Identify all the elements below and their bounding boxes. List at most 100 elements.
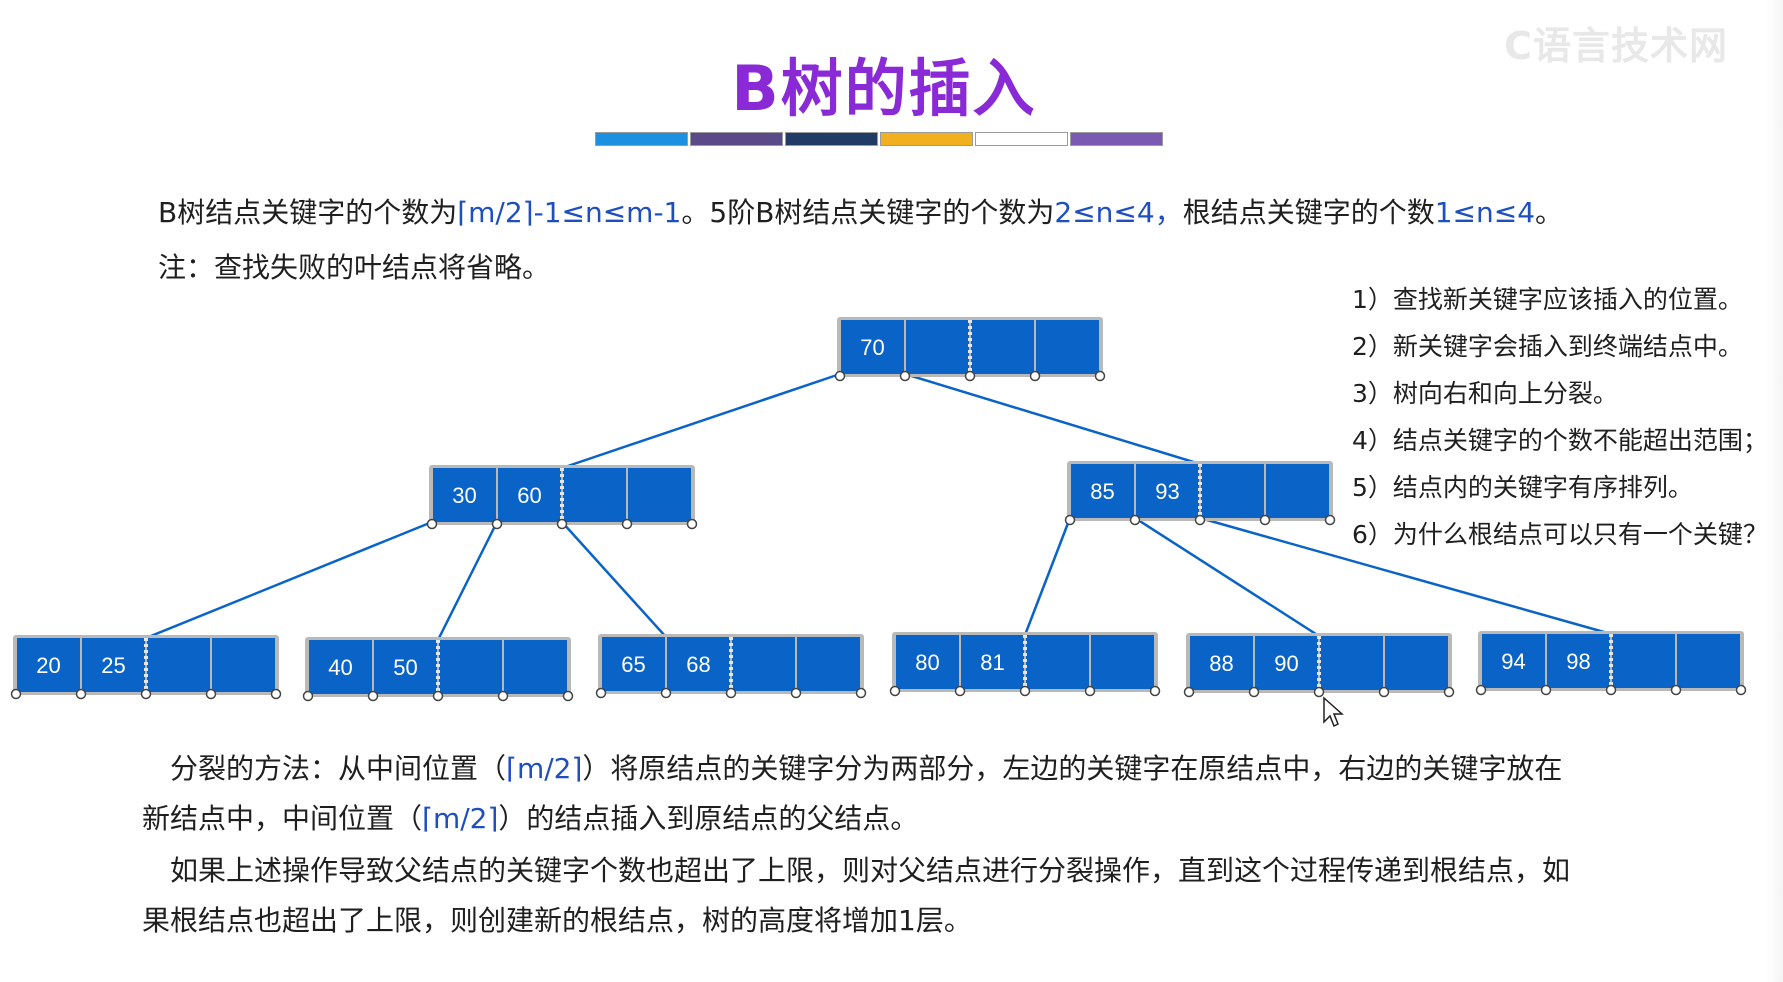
key-cell [797,637,860,691]
child-pointer [426,518,438,530]
key-cell [1320,636,1383,690]
child-pointer [1194,514,1206,526]
child-pointer [889,685,901,697]
key-cell [732,637,795,691]
btree-node: 20 25 [10,635,282,700]
key-cell [504,640,567,694]
child-pointer [790,687,802,699]
node-key: 65 [621,652,645,677]
child-pointer [1259,514,1271,526]
child-pointer [75,688,87,700]
node-key: 85 [1090,479,1114,504]
node-key: 68 [686,652,710,677]
child-pointer [1129,514,1141,526]
node-key: 93 [1155,479,1179,504]
key-cell [147,638,210,692]
child-pointer [140,688,152,700]
child-pointer [1183,686,1195,698]
child-pointer [562,690,574,702]
child-pointer [432,690,444,702]
btree-node: 94 98 [1475,631,1747,696]
node-key: 90 [1274,651,1298,676]
child-pointer [10,688,22,700]
key-cell [1677,634,1740,688]
child-pointer [1064,514,1076,526]
child-pointer [367,690,379,702]
node-key: 60 [517,483,541,508]
child-pointer [660,687,672,699]
split-text: 分裂的方法：从中间位置（ [170,752,507,785]
tree-edge [1199,516,1612,636]
child-pointer [595,687,607,699]
split-position-formula: ⌈m/2⌉ [506,752,583,785]
key-cell [563,468,626,522]
child-pointer [1670,684,1682,696]
btree-node: 40 50 [302,637,574,702]
key-cell [1201,464,1264,518]
tree-edge [561,521,667,638]
node-key: 50 [393,655,417,680]
child-pointer [1605,684,1617,696]
child-pointer [1475,684,1487,696]
btree-node: 80 81 [889,632,1161,697]
slide: C语言技术网 B树的插入 B树结点关键字的个数为⌈m/2⌉-1≤n≤m-1。5阶… [0,0,1783,982]
key-cell [971,320,1034,374]
child-pointer [1029,370,1041,382]
node-key: 20 [36,653,60,678]
node-key: 80 [915,650,939,675]
child-pointer [556,518,568,530]
split-text: ）的结点插入到原结点的父结点。 [498,802,919,835]
btree-node: 85 93 [1064,461,1336,526]
key-cell [212,638,275,692]
child-pointer [1443,686,1455,698]
mouse-cursor-icon [1323,696,1344,728]
child-pointer [205,688,217,700]
tree-edge [561,372,841,470]
child-pointer [491,518,503,530]
tree-edge [904,372,1201,466]
node-key: 98 [1566,649,1590,674]
key-cell [1091,635,1154,689]
key-cell [1026,635,1089,689]
btree-node: 30 60 [426,465,698,530]
propagation-paragraph: 如果上述操作导致父结点的关键字个数也超出了上限，则对父结点进行分裂操作，直到这个… [142,854,1571,937]
tree-edge [436,521,499,641]
key-cell [439,640,502,694]
child-pointer [954,685,966,697]
child-pointer [621,518,633,530]
child-pointer [302,690,314,702]
child-pointer [1378,686,1390,698]
btree-node: 65 68 [595,634,867,699]
key-cell [1266,464,1329,518]
node-key: 81 [980,650,1004,675]
key-cell [1385,636,1448,690]
child-pointer [834,370,846,382]
child-pointer [1084,685,1096,697]
child-pointer [899,370,911,382]
split-position-formula: ⌈m/2⌉ [422,802,499,835]
key-cell [628,468,691,522]
child-pointer [1324,514,1336,526]
btree-node: 88 90 [1183,633,1455,698]
child-pointer [964,370,976,382]
split-method-paragraph: 分裂的方法：从中间位置（⌈m/2⌉）将原结点的关键字分为两部分，左边的关键字在原… [142,744,1572,844]
node-key: 40 [328,655,352,680]
child-pointer [1248,686,1260,698]
node-key: 70 [860,335,884,360]
key-cell [1612,634,1675,688]
child-pointer [270,688,282,700]
child-pointer [497,690,509,702]
btree-node: 70 [834,317,1106,382]
tree-edge [1134,516,1320,638]
tree-edge [145,520,433,640]
node-key: 25 [101,653,125,678]
child-pointer [1019,685,1031,697]
node-key: 30 [452,483,476,508]
key-cell [1036,320,1099,374]
node-key: 88 [1209,651,1233,676]
tree-edges [145,372,1612,641]
child-pointer [686,518,698,530]
tree-edge [1023,517,1072,636]
child-pointer [1540,684,1552,696]
node-key: 94 [1501,649,1525,674]
